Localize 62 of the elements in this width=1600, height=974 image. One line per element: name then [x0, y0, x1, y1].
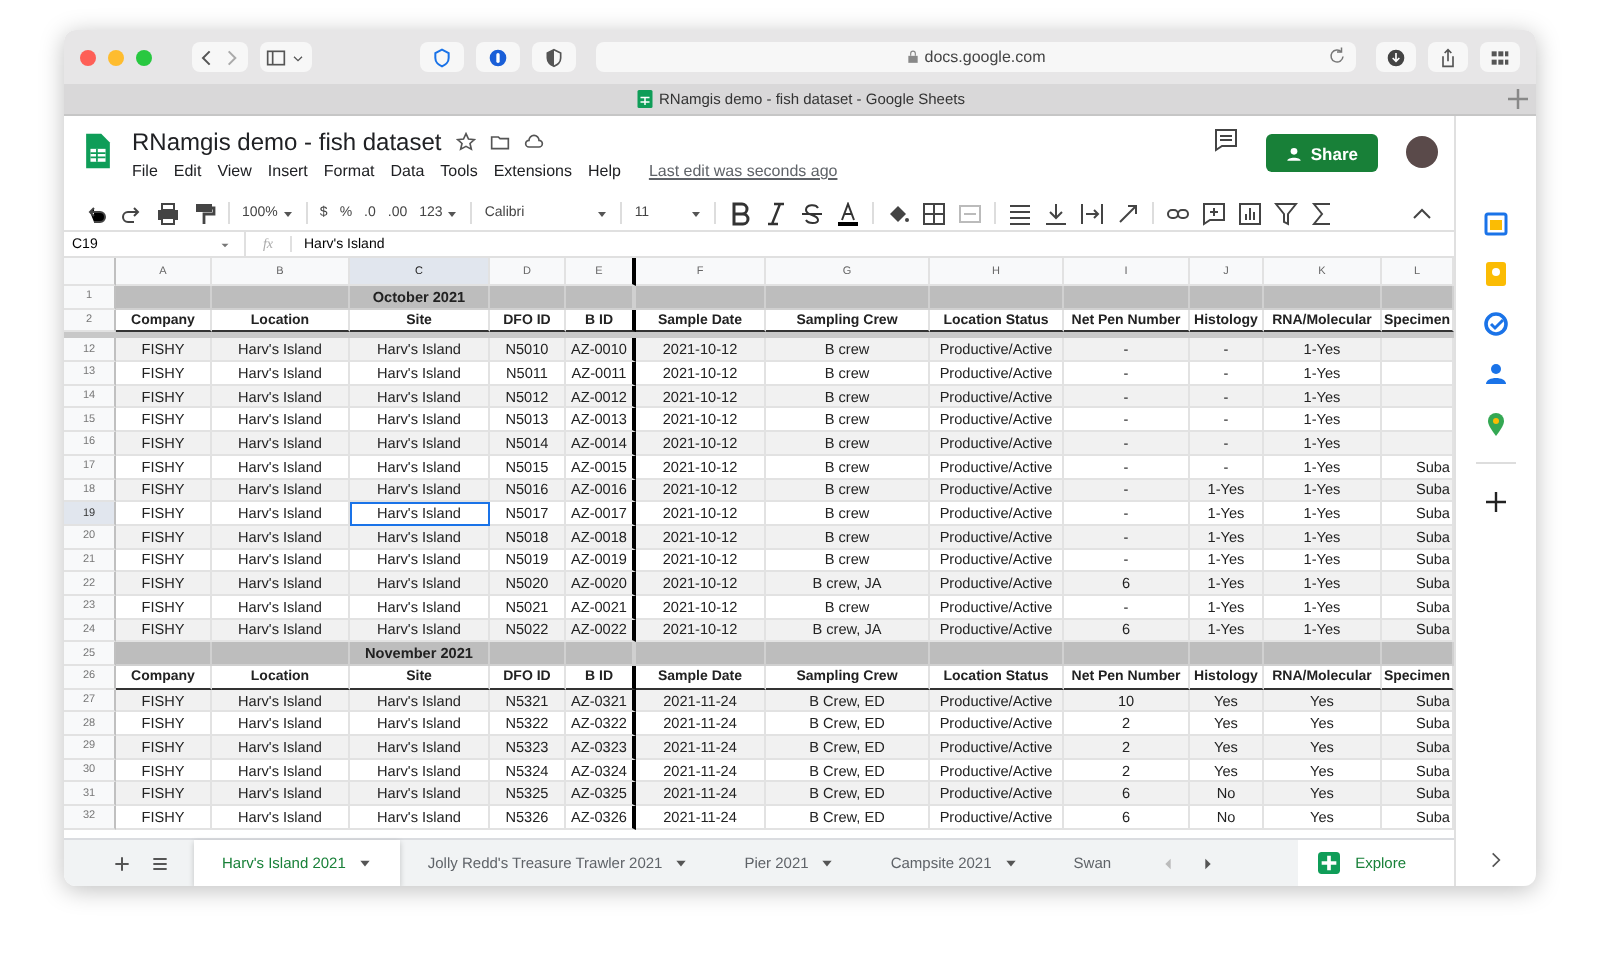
tabs-grid-icon[interactable] [1486, 47, 1514, 67]
sheets-icon[interactable] [635, 90, 653, 108]
avatar[interactable] [1406, 136, 1438, 168]
bold-icon[interactable] [728, 201, 753, 225]
tasks-icon[interactable] [1484, 312, 1508, 336]
menu-item[interactable]: Extensions [493, 162, 572, 180]
print-icon[interactable] [156, 201, 180, 225]
filter-icon[interactable] [1274, 201, 1299, 225]
caret-icon[interactable] [674, 856, 689, 870]
explore-icon[interactable] [1317, 852, 1340, 874]
url-text[interactable]: docs.google.com [924, 48, 1046, 66]
expand-panel-icon[interactable] [1486, 850, 1506, 870]
text-wrap-icon[interactable] [1080, 201, 1105, 225]
download-icon[interactable] [1382, 47, 1410, 67]
menu-item[interactable]: Format [323, 162, 375, 180]
menu-item[interactable]: File [132, 162, 158, 180]
italic-icon[interactable] [764, 201, 789, 225]
borders-icon[interactable] [922, 201, 947, 225]
caret-icon[interactable] [357, 856, 372, 870]
document-title[interactable]: RNamgis demo - fish dataset [132, 128, 442, 156]
text-rotate-icon[interactable] [1116, 201, 1141, 225]
sheets-logo-icon[interactable] [84, 132, 112, 170]
caret-icon[interactable] [281, 207, 294, 219]
menu-item[interactable]: Help [587, 162, 621, 180]
caret-icon[interactable] [1003, 856, 1018, 870]
person-icon[interactable] [1286, 145, 1303, 161]
chart-icon[interactable] [1238, 201, 1263, 225]
map-pin-icon[interactable] [1484, 412, 1508, 436]
menu-item[interactable]: Tools [440, 162, 478, 180]
caret-icon[interactable] [596, 207, 609, 219]
lock-icon[interactable] [906, 50, 921, 64]
paint-format-icon[interactable] [192, 201, 216, 225]
comment-icon[interactable] [1214, 128, 1239, 152]
vertical-align-icon[interactable] [1044, 201, 1069, 225]
last-edit-link[interactable]: Last edit was seconds ago [648, 162, 838, 180]
cloud-icon[interactable] [523, 132, 544, 152]
fill-color-icon[interactable] [886, 201, 911, 225]
caret-icon[interactable] [690, 207, 703, 219]
add-icon[interactable] [1484, 490, 1508, 514]
menu-item[interactable]: Insert [267, 162, 308, 180]
scroll-right-icon[interactable] [1199, 855, 1216, 871]
add-sheet-icon[interactable] [112, 853, 132, 873]
functions-icon[interactable] [1310, 201, 1335, 225]
strikethrough-icon[interactable] [800, 201, 825, 225]
menu-item[interactable]: Edit [173, 162, 202, 180]
add-comment-icon[interactable] [1202, 201, 1227, 225]
share-button[interactable]: Share [1266, 134, 1378, 172]
menu-item[interactable]: Data [390, 162, 425, 180]
text-color-icon[interactable] [836, 201, 861, 225]
sidebar-icon[interactable] [266, 47, 286, 67]
calendar-icon[interactable] [1484, 212, 1508, 236]
reload-icon[interactable] [1328, 46, 1346, 64]
star-icon[interactable] [455, 132, 476, 152]
redo-icon[interactable] [120, 201, 144, 225]
caret-icon[interactable] [446, 207, 459, 219]
menu-icon[interactable] [150, 853, 170, 873]
align-icon[interactable] [1008, 201, 1033, 225]
person-icon[interactable] [1484, 362, 1508, 386]
menu-item[interactable]: View [217, 162, 252, 180]
caret-icon[interactable] [820, 856, 835, 870]
folder-icon[interactable] [489, 132, 510, 152]
merge-cells-icon[interactable] [958, 201, 983, 225]
